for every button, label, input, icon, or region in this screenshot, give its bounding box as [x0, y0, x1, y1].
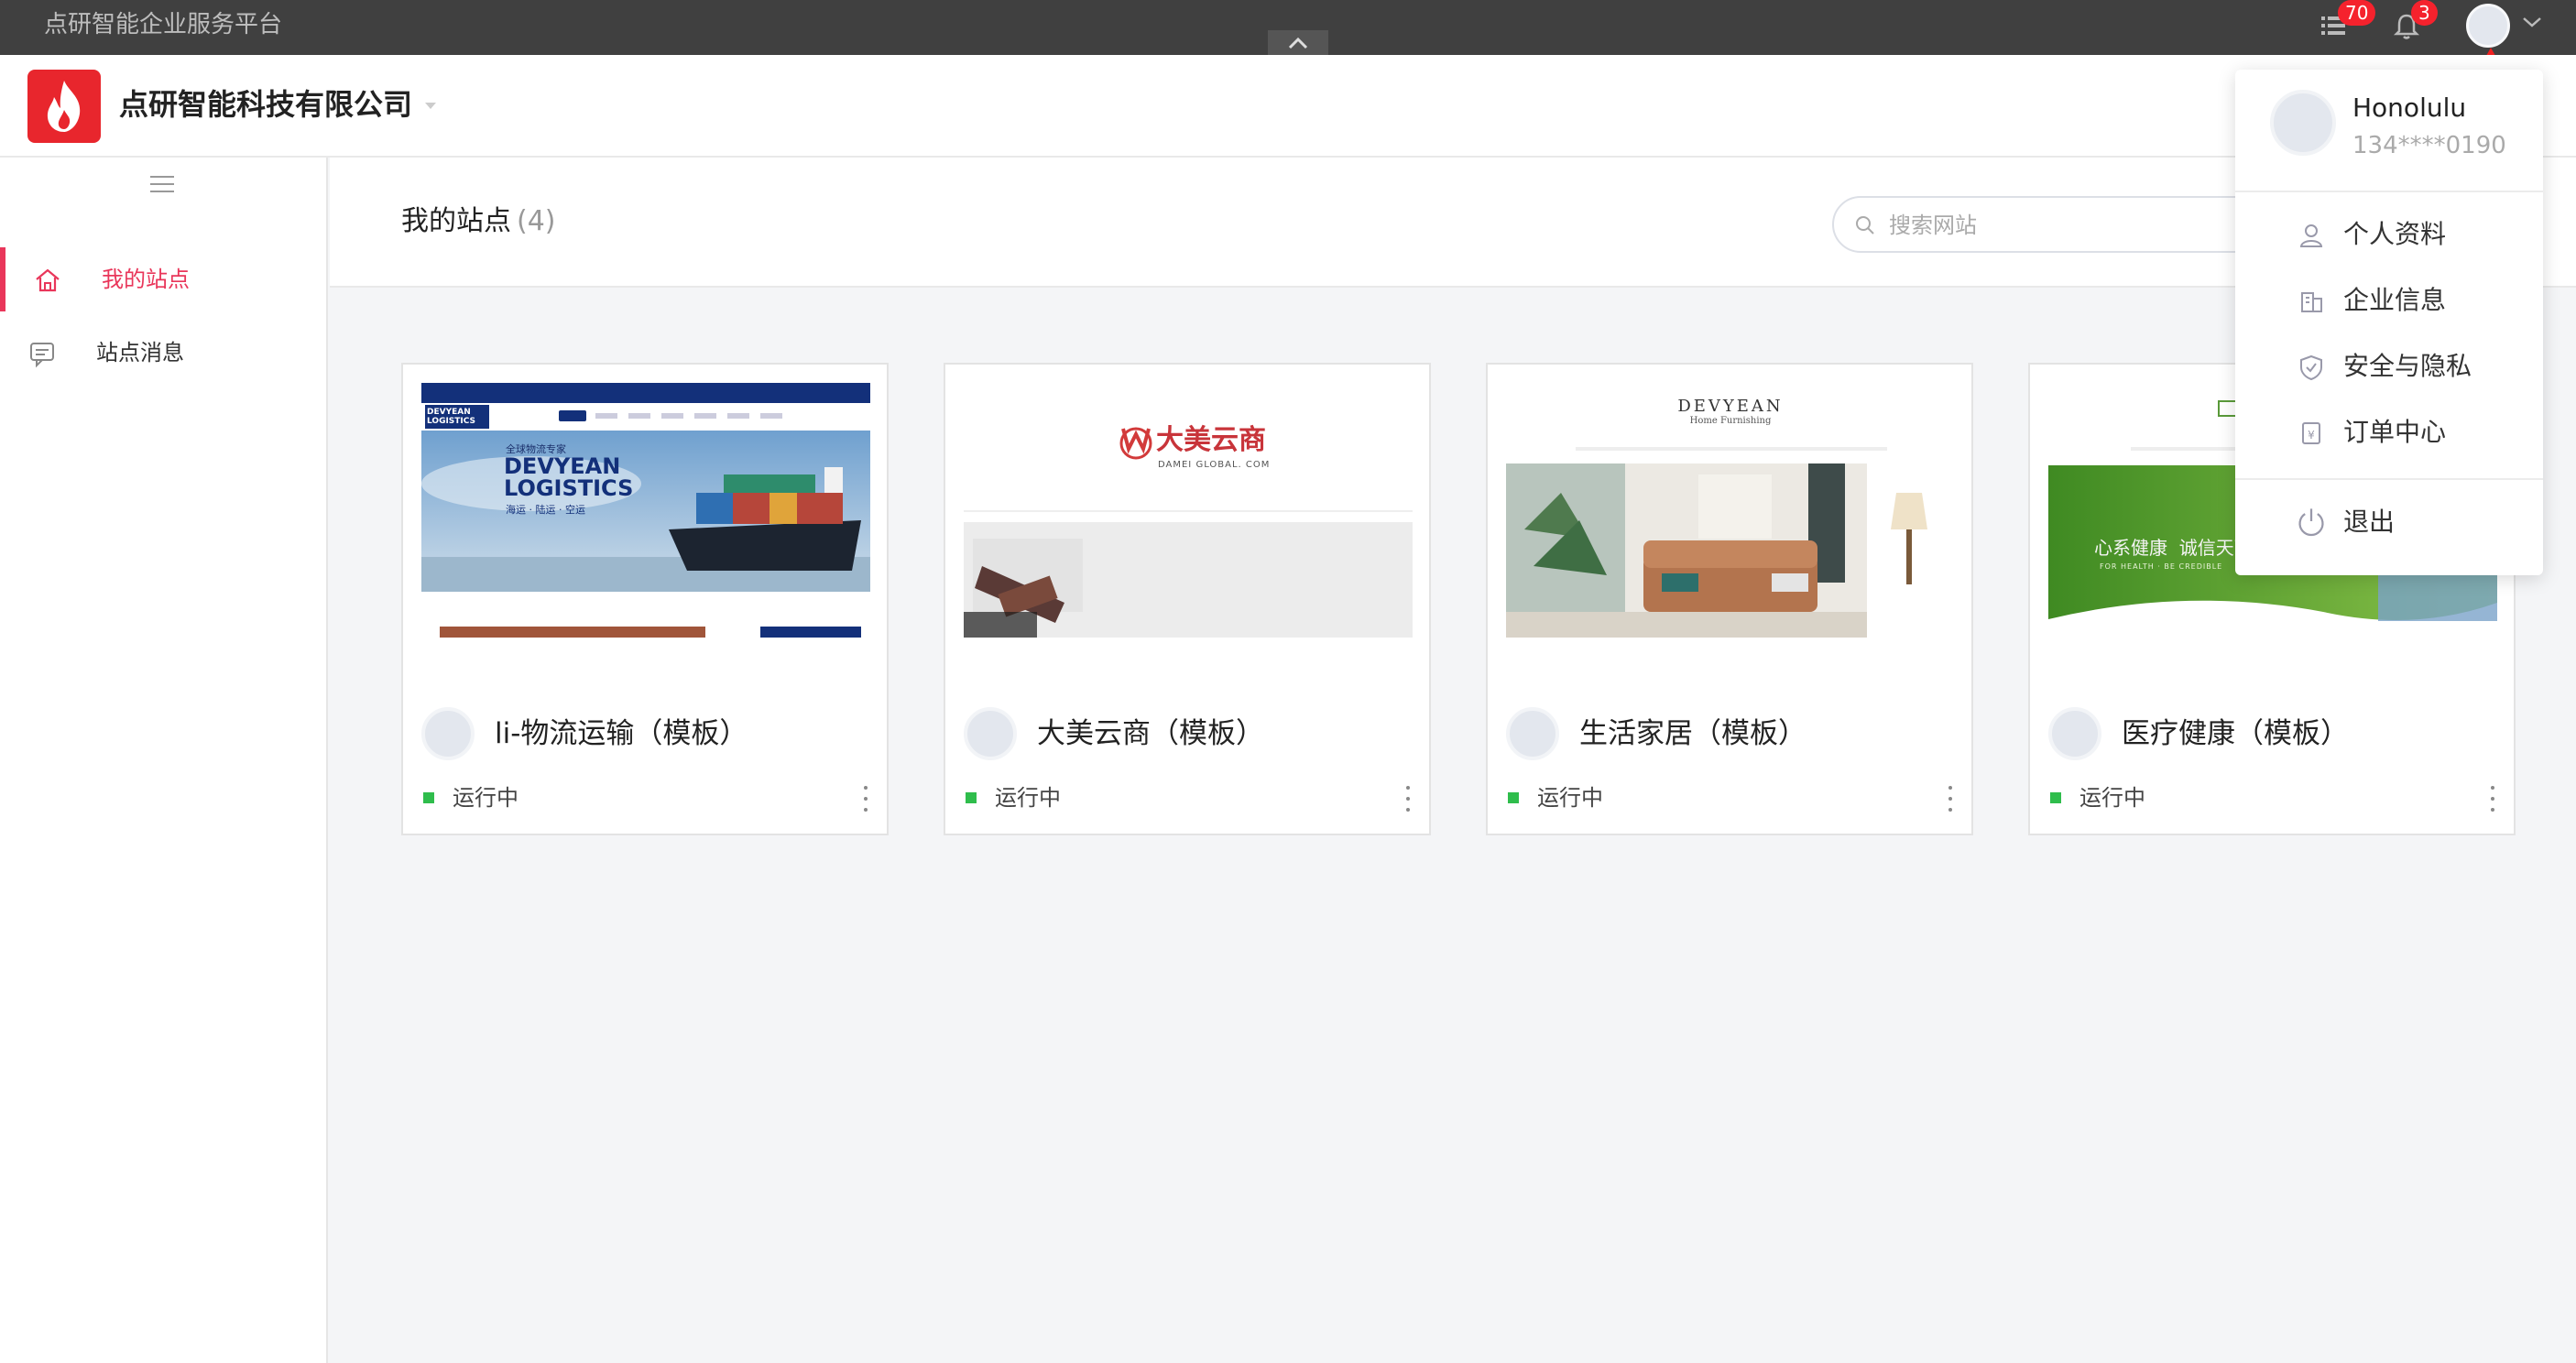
status-indicator: 运行中 [2050, 784, 2145, 812]
more-options-icon[interactable] [861, 786, 870, 812]
thumb-hero-sub: FOR HEALTH · BE CREDIBLE [2100, 562, 2223, 571]
search-icon [1856, 216, 1874, 234]
thumb-brand: DEVYEAN [1677, 397, 1784, 416]
site-avatar [964, 707, 1017, 760]
menu-item-label: 企业信息 [2343, 285, 2447, 315]
thumb-brand: 大美云商 [1156, 424, 1266, 456]
more-options-icon[interactable] [1403, 786, 1413, 812]
running-dot-icon [1508, 792, 1519, 803]
thumb-hero-line2: LOGISTICS [504, 475, 634, 501]
menu-item-company-info[interactable]: 企业信息 [2235, 273, 2543, 328]
menu-item-label: 安全与隐私 [2343, 351, 2472, 381]
flame-icon [47, 81, 81, 132]
user-summary: Honolulu 134****0190 [2235, 70, 2543, 192]
user-menu-dropdown: Honolulu 134****0190 个人资料 企业信息 安全与隐私 ¥ 订… [2235, 70, 2543, 575]
menu-item-orders[interactable]: ¥ 订单中心 [2235, 405, 2543, 460]
status-text: 运行中 [453, 785, 518, 811]
menu-item-label: 订单中心 [2343, 417, 2447, 447]
sidebar-item-label: 站点消息 [96, 340, 184, 365]
notifications-badge: 3 [2411, 0, 2438, 26]
menu-item-profile[interactable]: 个人资料 [2235, 207, 2543, 262]
site-name[interactable]: 大美云商（模板） [1037, 714, 1264, 753]
sidebar: 我的站点 站点消息 [0, 158, 328, 1363]
messages-badge: 70 [2338, 0, 2376, 26]
status-indicator: 运行中 [423, 784, 518, 812]
chevron-down-icon[interactable] [2521, 15, 2543, 29]
site-name[interactable]: 生活家居（模板） [1579, 714, 1806, 753]
site-name[interactable]: li-物流运输（模板） [495, 714, 748, 753]
site-card[interactable]: 大美云商 DAMEI GLOBAL. COM 大美云商（模板） 运行中 [944, 363, 1431, 835]
menu-toggle-icon[interactable] [150, 176, 174, 196]
site-card[interactable]: DEVYEAN Home Furnishing 生活家居（模板） 运行中 [1486, 363, 1973, 835]
thumb-brand-sub: Home Furnishing [1689, 416, 1772, 426]
status-text: 运行中 [1537, 785, 1603, 811]
site-avatar [421, 707, 475, 760]
thumb-brand-sub: DAMEI GLOBAL. COM [1158, 460, 1271, 470]
status-indicator: 运行中 [1508, 784, 1603, 812]
site-avatar [2048, 707, 2101, 760]
user-phone: 134****0190 [2352, 132, 2506, 159]
site-card[interactable]: DEVYEAN LOGISTICS 全球物流专家 DEVYEAN LOGISTI… [401, 363, 889, 835]
chevron-up-icon [1288, 37, 1308, 49]
svg-text:¥: ¥ [2308, 429, 2315, 442]
company-header: 点研智能科技有限公司 [0, 55, 2576, 158]
sidebar-item-my-sites[interactable]: 我的站点 [0, 247, 326, 311]
running-dot-icon [2050, 792, 2061, 803]
menu-item-label: 个人资料 [2343, 219, 2447, 249]
power-icon [2298, 508, 2324, 537]
user-profile-icon [2299, 224, 2323, 247]
platform-name: 点研智能企业服务平台 [44, 11, 283, 38]
menu-item-security[interactable]: 安全与隐私 [2235, 339, 2543, 394]
site-count: (4) [517, 205, 556, 237]
site-avatar [1506, 707, 1559, 760]
notifications-button[interactable]: 3 [2393, 0, 2438, 42]
shield-icon [2300, 354, 2322, 381]
running-dot-icon [423, 792, 434, 803]
home-icon [36, 268, 60, 292]
cosmetics-preview-image [964, 383, 1413, 638]
thumb-brand: DEVYEAN LOGISTICS [427, 408, 476, 426]
company-name[interactable]: 点研智能科技有限公司 [119, 84, 412, 125]
sidebar-item-label: 我的站点 [102, 267, 190, 292]
site-thumbnail[interactable]: DEVYEAN LOGISTICS 全球物流专家 DEVYEAN LOGISTI… [421, 383, 870, 638]
more-options-icon[interactable] [1946, 786, 1955, 812]
collapse-header-button[interactable] [1268, 30, 1328, 55]
user-avatar[interactable] [2466, 4, 2510, 48]
avatar [2270, 90, 2336, 156]
site-thumbnail[interactable]: DEVYEAN Home Furnishing [1506, 383, 1955, 638]
running-dot-icon [966, 792, 977, 803]
order-icon: ¥ [2302, 422, 2320, 444]
site-name[interactable]: 医疗健康（模板） [2122, 714, 2349, 753]
page-title-text: 我的站点 [401, 205, 511, 237]
message-icon [30, 343, 54, 368]
logout-button[interactable]: 退出 [2235, 495, 2543, 550]
sidebar-item-site-messages[interactable]: 站点消息 [0, 321, 326, 385]
site-thumbnail[interactable]: 大美云商 DAMEI GLOBAL. COM [964, 383, 1413, 638]
logistics-preview-image [421, 383, 870, 638]
top-bar: 点研智能企业服务平台 70 3 [0, 0, 2576, 55]
divider [2235, 478, 2543, 480]
thumb-hero-text: 心系健康 诚信天下 [2094, 537, 2253, 559]
more-options-icon[interactable] [2488, 786, 2497, 812]
status-indicator: 运行中 [966, 784, 1061, 812]
user-name: Honolulu [2352, 93, 2467, 123]
caret-down-icon[interactable] [423, 101, 438, 110]
building-icon [2301, 292, 2322, 312]
page-title: 我的站点 (4) [401, 203, 556, 240]
status-text: 运行中 [2079, 785, 2145, 811]
logout-label: 退出 [2343, 507, 2396, 537]
status-text: 运行中 [995, 785, 1061, 811]
message-center-button[interactable]: 70 [2319, 0, 2376, 42]
thumb-hero-tagline: 海运 · 陆运 · 空运 [506, 504, 585, 516]
company-logo [27, 70, 101, 143]
